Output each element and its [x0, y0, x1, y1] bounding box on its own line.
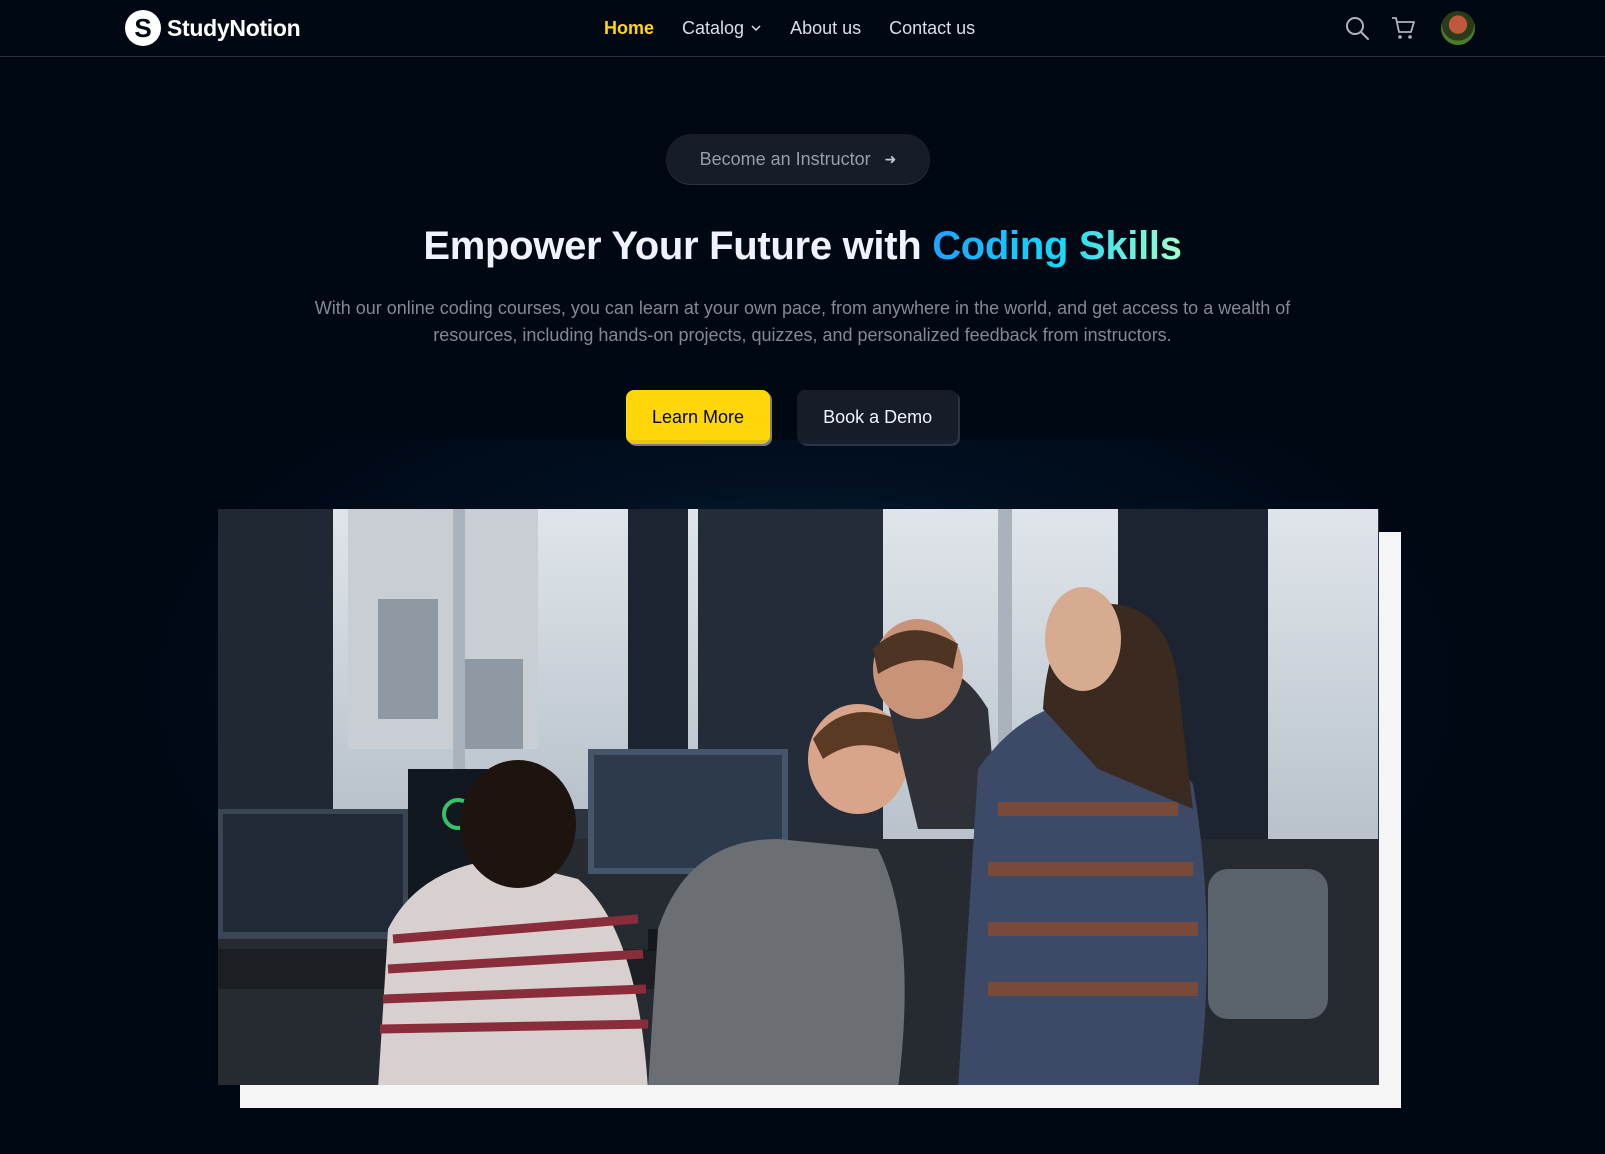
chevron-down-icon — [751, 25, 761, 32]
nav-icons — [1343, 9, 1475, 47]
search-icon[interactable] — [1343, 14, 1371, 42]
hero-headline-highlight: Coding Skills — [932, 224, 1182, 268]
avatar[interactable] — [1441, 11, 1475, 45]
nav-link-contact[interactable]: Contact us — [889, 18, 975, 39]
cart-icon[interactable] — [1389, 14, 1417, 42]
hero-headline-prefix: Empower Your Future with — [423, 224, 922, 268]
nav-link-catalog[interactable]: Catalog — [682, 18, 762, 39]
learn-more-button[interactable]: Learn More — [626, 390, 771, 444]
brand-name: StudyNotion — [167, 14, 301, 41]
cta-row: Learn More Book a Demo — [626, 390, 959, 444]
hero-video-image — [218, 509, 1379, 1085]
book-demo-button[interactable]: Book a Demo — [797, 390, 959, 444]
become-instructor-label: Become an Instructor — [699, 148, 871, 169]
hero-video[interactable] — [218, 509, 1379, 1085]
arrow-right-icon: ➜ — [884, 150, 897, 167]
nav-links: Home Catalog About us Contact us — [604, 0, 975, 56]
nav-link-about[interactable]: About us — [790, 18, 861, 39]
nav-link-home[interactable]: Home — [604, 18, 654, 39]
hero-headline: Empower Your Future with Coding Skills — [0, 224, 1605, 269]
nav-link-catalog-label: Catalog — [682, 17, 745, 38]
navbar: S StudyNotion Home Catalog About us Cont… — [0, 0, 1605, 57]
brand-logo[interactable]: S StudyNotion — [125, 9, 301, 47]
become-instructor-button[interactable]: Become an Instructor ➜ — [666, 134, 930, 184]
logo-mark-icon: S — [125, 10, 161, 46]
hero-subtext: With our online coding courses, you can … — [314, 298, 1291, 345]
